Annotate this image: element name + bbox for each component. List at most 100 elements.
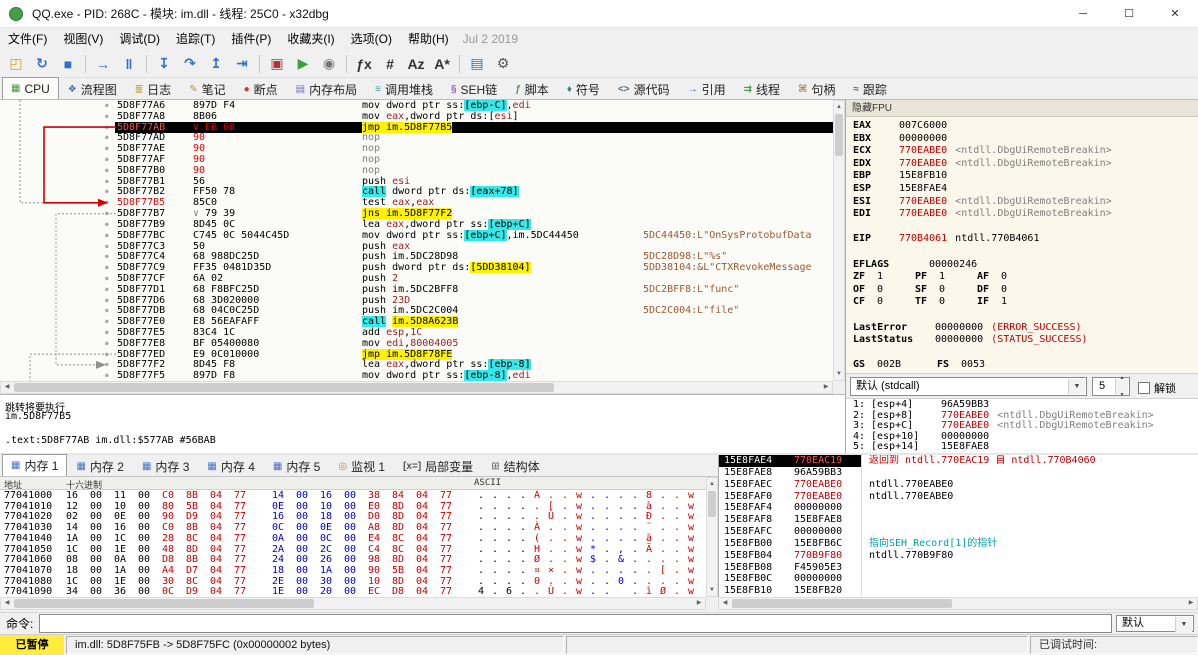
- flags-row[interactable]: CF 0 TF 0 IF 1: [853, 296, 1039, 308]
- disasm-row-5D8F77DB[interactable]: ● 5D8F77DB 68 04C0C25D push im.5DC2C004 5DC2…: [0, 305, 833, 316]
- disassembly-view[interactable]: ● 5D8F77A6 897D F4 mov dword ptr ss:[ebp-C]…: [0, 100, 833, 381]
- flags-row[interactable]: ZF 1 PF 1 AF 0: [853, 271, 1039, 283]
- instruction-dot-icon[interactable]: ●: [105, 122, 109, 133]
- stack-row-15E8FB0C[interactable]: 15E8FB0C 00000000: [719, 573, 1198, 585]
- dump-row-77041020[interactable]: 77041020 02 00 0E 00 90 D9 04 77 16 00 18 00 D0 8D 04 77…: [0, 511, 706, 522]
- dump-row-77041000[interactable]: 77041000 16 00 11 00 C0 8B 04 77 14 00 16 00 38 84 04 77…: [0, 490, 706, 501]
- calculator-button[interactable]: ƒx: [352, 52, 376, 76]
- disasm-row-5D8F77A6[interactable]: ● 5D8F77A6 897D F4 mov dword ptr ss:[ebp-C]…: [0, 100, 833, 111]
- dump-row-77041070[interactable]: 77041070 18 00 1A 00 A4 D7 04 77 18 00 1A 00 90 5B 04 77…: [0, 565, 706, 576]
- disasm-row-5D8F77ED[interactable]: ● 5D8F77ED E9 0C010000 jmp im.5D8F78FE: [0, 348, 833, 360]
- dump-vscroll-thumb[interactable]: [708, 491, 716, 517]
- disasm-row-5D8F77D1[interactable]: ● 5D8F77D1 68 F8BFC25D push im.5DC2BFF8 5DC2…: [0, 284, 833, 295]
- instruction-dot-icon[interactable]: ●: [105, 132, 109, 143]
- step-out-button[interactable]: ↥: [204, 52, 228, 76]
- tab-dump2[interactable]: ▦ 内存 2: [67, 456, 132, 476]
- goto-button[interactable]: #: [378, 52, 402, 76]
- tab-breakpoints[interactable]: ● 断点: [235, 79, 287, 99]
- menu-item-3[interactable]: 追踪(T): [168, 28, 223, 50]
- disasm-row-5D8F77AD[interactable]: ● 5D8F77AD 90 nop: [0, 132, 833, 143]
- stack-row-15E8FAE8[interactable]: 15E8FAE8 96A59BB3: [719, 467, 1198, 479]
- register-row-EDI[interactable]: EDI 770EABE0 <ntdll.DbgUiRemoteBreakin>: [853, 208, 1112, 220]
- menu-item-7[interactable]: 帮助(H): [400, 28, 457, 50]
- stack-view[interactable]: 15E8FAE4 770EAC19 返回到 ntdll.770EAC19 自 ntd…: [718, 455, 1198, 597]
- register-row-LastStatus[interactable]: LastStatus 00000000 (STATUS_SUCCESS): [853, 334, 1088, 346]
- instruction-dot-icon[interactable]: ●: [105, 154, 109, 165]
- disasm-row-5D8F77E8[interactable]: ● 5D8F77E8 BF 05400080 mov edi,80004005: [0, 338, 833, 349]
- disasm-row-5D8F77B2[interactable]: ● 5D8F77B2 FF50 78 call dword ptr ds:[eax+7…: [0, 186, 833, 198]
- stack-row-15E8FB04[interactable]: 15E8FB04 770B9F80 ntdll.770B9F80: [719, 550, 1198, 562]
- step-over-button[interactable]: ↷: [178, 52, 202, 76]
- instruction-dot-icon[interactable]: ●: [105, 251, 109, 262]
- flag-AF[interactable]: AF 0: [977, 271, 1039, 283]
- memory-window-button[interactable]: ▤: [465, 52, 489, 76]
- disasm-row-5D8F77B1[interactable]: ● 5D8F77B1 56 push esi: [0, 176, 833, 187]
- disasm-row-5D8F77C4[interactable]: ● 5D8F77C4 68 988DC25D push im.5DC28D98 5DC2…: [0, 251, 833, 262]
- menu-item-1[interactable]: 视图(V): [55, 28, 111, 50]
- maximize-button[interactable]: ☐: [1106, 0, 1152, 28]
- dump-row-77041090[interactable]: 77041090 34 00 36 00 0C D9 04 77 1E 00 20 00 EC D8 04 77…: [0, 586, 706, 597]
- stack-row-15E8FAFC[interactable]: 15E8FAFC 00000000: [719, 526, 1198, 538]
- tab-dump1[interactable]: ▦ 内存 1: [2, 454, 68, 476]
- tab-notes[interactable]: ✎ 笔记: [180, 79, 234, 99]
- tab-memory-map[interactable]: ▤ 内存布局: [287, 79, 366, 99]
- menu-item-5[interactable]: 收藏夹(I): [279, 28, 342, 50]
- disasm-row-5D8F77F5[interactable]: ● 5D8F77F5 897D F8 mov dword ptr ss:[ebp-8]…: [0, 370, 833, 381]
- flag-CF[interactable]: CF 0: [853, 296, 915, 308]
- tab-seh-chain[interactable]: § SEH链: [442, 79, 506, 99]
- flag-IF[interactable]: IF 1: [977, 296, 1039, 308]
- tab-dump3[interactable]: ▦ 内存 3: [133, 456, 198, 476]
- patch-button[interactable]: ▣: [265, 52, 289, 76]
- argument-row-3[interactable]: 3: [esp+C] 770EABE0 <ntdll.DbgUiRemoteBreak…: [853, 420, 1154, 431]
- instruction-dot-icon[interactable]: ●: [105, 230, 109, 241]
- tab-symbols[interactable]: ♦ 符号: [558, 79, 609, 99]
- tab-handles[interactable]: ⌘ 句柄: [789, 79, 844, 99]
- close-button[interactable]: ✕: [1152, 0, 1198, 28]
- minimize-button[interactable]: ─: [1060, 0, 1106, 28]
- register-row-EBX[interactable]: EBX 00000000: [853, 133, 947, 145]
- instruction-dot-icon[interactable]: ●: [105, 316, 109, 327]
- instruction-dot-icon[interactable]: ●: [105, 359, 109, 370]
- disasm-row-5D8F77B7[interactable]: ● 5D8F77B7 ∨ 79 39 jns im.5D8F77F2: [0, 208, 833, 220]
- instruction-dot-icon[interactable]: ●: [105, 338, 109, 349]
- disasm-row-5D8F77BC[interactable]: ● 5D8F77BC C745 0C 5044C45D mov dword ptr s…: [0, 229, 833, 241]
- instruction-dot-icon[interactable]: ●: [105, 208, 109, 219]
- disasm-row-5D8F77B5[interactable]: ● 5D8F77B5 85C0 test eax,eax: [0, 197, 833, 208]
- tab-graph[interactable]: ❖ 流程图: [59, 79, 126, 99]
- instruction-dot-icon[interactable]: ●: [105, 111, 109, 122]
- scroll-right-arrow-icon[interactable]: ▶: [821, 382, 831, 393]
- register-row-EAX[interactable]: EAX 007C6000: [853, 120, 947, 132]
- menu-item-6[interactable]: 选项(O): [343, 28, 400, 50]
- hide-fpu-button[interactable]: 隐藏FPU: [846, 100, 1198, 117]
- stack-row-15E8FAE4[interactable]: 15E8FAE4 770EAC19 返回到 ntdll.770EAC19 自 ntd…: [719, 455, 1198, 467]
- tab-locals[interactable]: [x=] 局部变量: [394, 456, 482, 476]
- scroll-left-arrow-icon[interactable]: ◀: [2, 598, 12, 609]
- instruction-dot-icon[interactable]: ●: [105, 165, 109, 176]
- instruction-dot-icon[interactable]: ●: [105, 197, 109, 208]
- flag-DF[interactable]: DF 0: [977, 284, 1039, 296]
- tab-references[interactable]: → 引用: [679, 79, 735, 99]
- instruction-dot-icon[interactable]: ●: [105, 143, 109, 154]
- flag-PF[interactable]: PF 1: [915, 271, 977, 283]
- flag-OF[interactable]: OF 0: [853, 284, 915, 296]
- instruction-dot-icon[interactable]: ●: [105, 219, 109, 230]
- flag-SF[interactable]: SF 0: [915, 284, 977, 296]
- dump-hscrollbar[interactable]: ◀ ▶: [0, 597, 706, 610]
- register-row-ESI[interactable]: ESI 770EABE0 <ntdll.DbgUiRemoteBreakin>: [853, 196, 1112, 208]
- instruction-dot-icon[interactable]: ●: [105, 241, 109, 252]
- register-row-EIP[interactable]: EIP 770B4061 ntdll.770B4061: [853, 233, 1039, 245]
- disasm-row-5D8F77B9[interactable]: ● 5D8F77B9 8D45 0C lea eax,dword ptr ss:[eb…: [0, 218, 833, 230]
- dump-vscrollbar[interactable]: ▲ ▼: [706, 477, 718, 597]
- tab-cpu[interactable]: ▦ CPU: [2, 77, 59, 99]
- tab-threads[interactable]: ⇉ 线程: [735, 79, 789, 99]
- argument-row-2[interactable]: 2: [esp+8] 770EABE0 <ntdll.DbgUiRemoteBreak…: [853, 410, 1154, 421]
- disasm-row-5D8F77AB[interactable]: ● 5D8F77AB ∨ EB 08 jmp im.5D8F77B5: [0, 121, 833, 133]
- argument-count-stepper[interactable]: 5 ▲ ▼: [1092, 375, 1130, 398]
- scroll-right-arrow-icon[interactable]: ▶: [1186, 598, 1196, 609]
- scroll-up-arrow-icon[interactable]: ▲: [834, 102, 844, 112]
- run-to-cursor-button[interactable]: ⇥: [230, 52, 254, 76]
- disasm-vscrollbar[interactable]: ▲ ▼: [833, 100, 845, 381]
- flags-row[interactable]: GS 002B FS 0053: [853, 359, 1021, 371]
- argument-row-1[interactable]: 1: [esp+4] 96A59BB3: [853, 399, 989, 410]
- tab-script[interactable]: ƒ 脚本: [506, 79, 558, 99]
